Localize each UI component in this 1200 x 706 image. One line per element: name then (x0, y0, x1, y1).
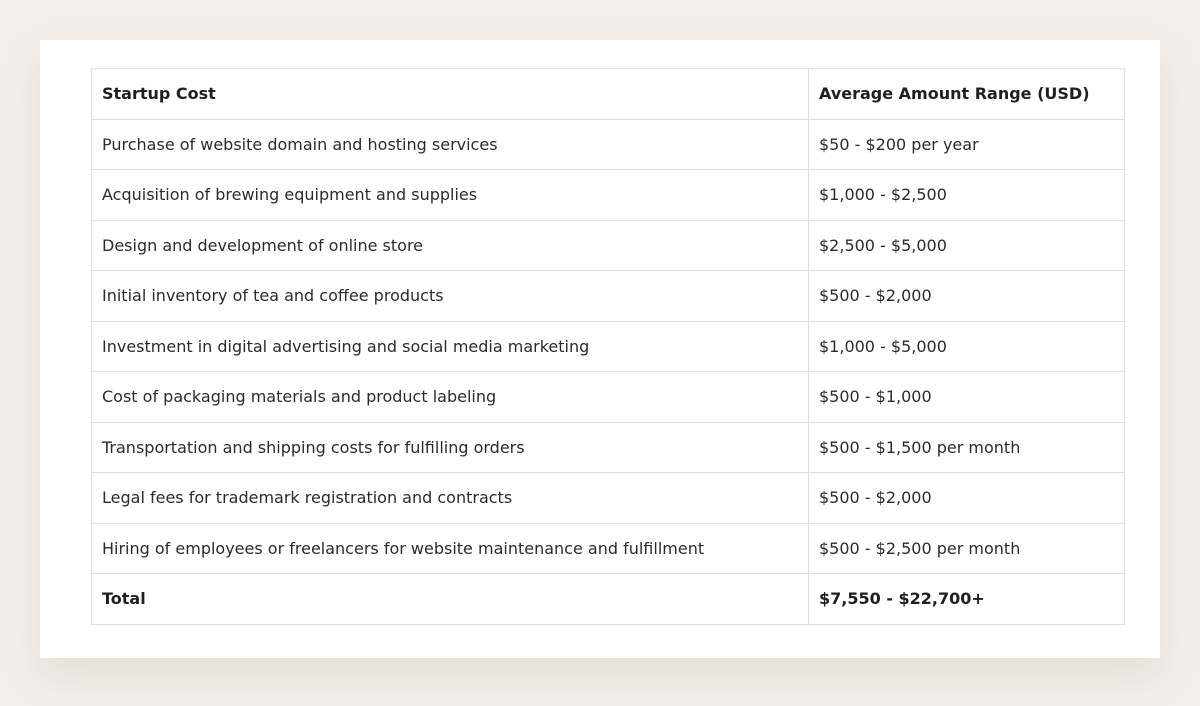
startup-cost-table: Startup Cost Average Amount Range (USD) … (91, 68, 1125, 625)
total-row: Total $7,550 - $22,700+ (91, 573, 1125, 625)
table-header-row: Startup Cost Average Amount Range (USD) (91, 68, 1125, 120)
cost-item-cell: Hiring of employees or freelancers for w… (91, 522, 809, 574)
amount-range-cell: $1,000 - $2,500 (808, 169, 1125, 221)
cost-item-cell: Purchase of website domain and hosting s… (91, 118, 809, 170)
table-row: Investment in digital advertising and so… (91, 320, 1125, 372)
total-amount: $7,550 - $22,700+ (808, 573, 1125, 625)
cost-item-cell: Investment in digital advertising and so… (91, 320, 809, 372)
amount-range-cell: $500 - $1,500 per month (808, 421, 1125, 473)
amount-range-cell: $500 - $2,000 (808, 270, 1125, 322)
amount-range-cell: $50 - $200 per year (808, 118, 1125, 170)
amount-range-cell: $500 - $1,000 (808, 371, 1125, 423)
amount-range-cell: $500 - $2,500 per month (808, 522, 1125, 574)
cost-item-cell: Transportation and shipping costs for fu… (91, 421, 809, 473)
table-row: Acquisition of brewing equipment and sup… (91, 169, 1125, 221)
total-label: Total (91, 573, 809, 625)
table-row: Purchase of website domain and hosting s… (91, 118, 1125, 170)
cost-item-cell: Acquisition of brewing equipment and sup… (91, 169, 809, 221)
cost-item-cell: Cost of packaging materials and product … (91, 371, 809, 423)
amount-range-cell: $500 - $2,000 (808, 472, 1125, 524)
cost-item-cell: Initial inventory of tea and coffee prod… (91, 270, 809, 322)
table-row: Cost of packaging materials and product … (91, 371, 1125, 423)
amount-range-cell: $2,500 - $5,000 (808, 219, 1125, 271)
cost-item-cell: Legal fees for trademark registration an… (91, 472, 809, 524)
table-row: Hiring of employees or freelancers for w… (91, 522, 1125, 574)
table-row: Design and development of online store $… (91, 219, 1125, 271)
amount-range-cell: $1,000 - $5,000 (808, 320, 1125, 372)
table-row: Transportation and shipping costs for fu… (91, 421, 1125, 473)
table-row: Initial inventory of tea and coffee prod… (91, 270, 1125, 322)
cost-item-cell: Design and development of online store (91, 219, 809, 271)
table-row: Legal fees for trademark registration an… (91, 472, 1125, 524)
header-amount-range: Average Amount Range (USD) (808, 68, 1125, 120)
content-card: Startup Cost Average Amount Range (USD) … (40, 40, 1160, 658)
header-startup-cost: Startup Cost (91, 68, 809, 120)
